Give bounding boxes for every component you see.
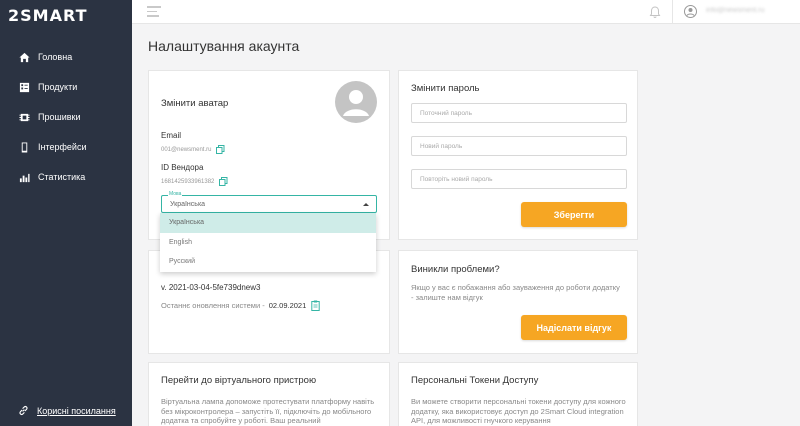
current-password-input[interactable]: Поточний пароль	[411, 103, 627, 123]
email-value-row: 001@newsment.ru	[161, 145, 225, 154]
language-legend: Мова	[168, 191, 183, 197]
copy-icon[interactable]	[219, 177, 228, 186]
chart-icon	[18, 171, 30, 183]
top-bar: info@newsment.ru	[132, 0, 800, 24]
sidebar-item-home[interactable]: Головна	[0, 42, 132, 72]
sidebar-item-label: Статистика	[38, 172, 86, 182]
access-tokens-card: Персональні Токени Доступу Ви можете ств…	[398, 362, 638, 426]
last-update-label: Останнє оновлення системи -	[161, 301, 265, 310]
email-value: 001@newsment.ru	[161, 146, 212, 153]
virtual-device-description: Віртуальна лампа допоможе протестувати п…	[161, 397, 375, 425]
sidebar-item-interfaces[interactable]: Інтерфейси	[0, 132, 132, 162]
sidebar-item-products[interactable]: Продукти	[0, 72, 132, 102]
last-update-row: Останнє оновлення системи - 02.09.2021	[161, 300, 320, 311]
virtual-device-card: Перейти до віртуального пристрою Віртуал…	[148, 362, 390, 426]
user-email[interactable]: info@newsment.ru	[706, 7, 764, 14]
access-tokens-description: Ви можете створити персональні токени до…	[411, 397, 626, 425]
menu-toggle-icon[interactable]	[147, 6, 161, 17]
sidebar-item-firmware[interactable]: Прошивки	[0, 102, 132, 132]
link-icon	[19, 406, 28, 415]
avatar[interactable]	[335, 81, 377, 123]
app-logo[interactable]: 2SMART	[8, 6, 87, 25]
sidebar-item-label: Продукти	[38, 82, 78, 92]
sidebar-item-statistics[interactable]: Статистика	[0, 162, 132, 192]
firmware-icon	[18, 111, 30, 123]
sidebar-nav: Головна Продукти Прошивки Інтерфейси Ста…	[0, 42, 132, 192]
language-option-ukrainian[interactable]: Українська	[160, 213, 376, 233]
language-selected-value: Українська	[170, 200, 206, 208]
vendor-id-row: 1681425933961382	[161, 177, 228, 186]
sidebar: 2SMART Головна Продукти Прошивки Інтерфе…	[0, 0, 132, 426]
sidebar-item-label: Прошивки	[38, 112, 81, 122]
repeat-password-input[interactable]: Повторіть новий пароль	[411, 169, 627, 189]
sidebar-item-label: Головна	[38, 52, 73, 62]
change-password-title: Змінити пароль	[411, 83, 480, 94]
useful-links-link[interactable]: Корисні посилання	[18, 405, 116, 416]
access-tokens-title: Персональні Токени Доступу	[411, 375, 539, 386]
home-icon	[18, 51, 30, 63]
notifications-bell-icon[interactable]	[648, 5, 662, 19]
problems-title: Виникли проблеми?	[411, 264, 500, 275]
products-icon	[18, 81, 30, 93]
language-option-russian[interactable]: Русский	[160, 252, 376, 272]
user-icon[interactable]	[684, 5, 697, 18]
last-update-date: 02.09.2021	[268, 301, 307, 310]
change-avatar-label: Змінити аватар	[161, 98, 229, 109]
vendor-id-value: 1681425933961382	[161, 178, 215, 185]
sidebar-item-label: Інтерфейси	[38, 142, 87, 152]
clipboard-icon[interactable]	[311, 300, 320, 311]
page-title: Налаштування акаунта	[148, 38, 300, 54]
useful-links-label: Корисні посилання	[37, 405, 116, 416]
language-select[interactable]: Мова Українська	[161, 191, 377, 213]
new-password-input[interactable]: Новий пароль	[411, 136, 627, 156]
feedback-card: Виникли проблеми? Якщо у вас є побажання…	[398, 250, 638, 354]
password-card: Змінити пароль Поточний пароль Новий пар…	[398, 70, 638, 240]
language-option-english[interactable]: English	[160, 233, 376, 253]
email-label: Email	[161, 131, 182, 140]
version-value: v. 2021-03-04-5fe739dnew3	[161, 283, 261, 292]
save-button[interactable]: Зберегти	[521, 202, 627, 227]
chevron-up-icon	[363, 203, 369, 206]
send-feedback-button[interactable]: Надіслати відгук	[521, 315, 627, 340]
language-dropdown: Українська English Русский	[160, 213, 376, 272]
copy-icon[interactable]	[216, 145, 225, 154]
virtual-device-title[interactable]: Перейти до віртуального пристрою	[161, 375, 316, 386]
vendor-id-label: ID Вендора	[161, 163, 204, 172]
topbar-divider	[672, 0, 673, 24]
phone-icon	[18, 141, 30, 153]
avatar-placeholder-icon	[343, 90, 369, 116]
problems-description: Якщо у вас є побажання або зауваження до…	[411, 283, 620, 302]
